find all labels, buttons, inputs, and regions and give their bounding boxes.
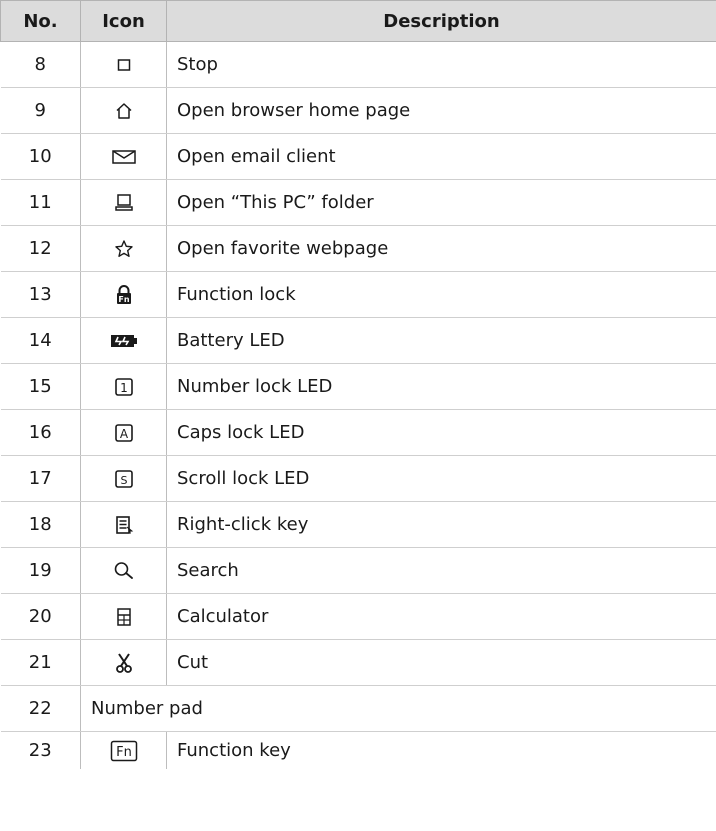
icon-cell xyxy=(80,87,167,134)
header-icon: Icon xyxy=(80,0,167,42)
table-row: 17 S Scroll lock LED xyxy=(0,455,716,502)
row-description: Scroll lock LED xyxy=(166,455,716,502)
function-lock-icon: Fn xyxy=(115,285,133,305)
battery-icon xyxy=(110,333,138,349)
menu-key-icon xyxy=(114,515,134,535)
table-row: 11 Open “This PC” folder xyxy=(0,179,716,226)
scroll-lock-icon: S xyxy=(114,469,134,489)
row-number: 22 xyxy=(0,685,81,732)
table-row: 22 Number pad xyxy=(0,685,716,732)
table-row: 16 A Caps lock LED xyxy=(0,409,716,456)
row-description: Number pad xyxy=(80,685,716,732)
icon-cell xyxy=(80,501,167,548)
icon-cell xyxy=(80,547,167,594)
scissors-icon xyxy=(115,652,133,674)
table-row: 18 Right-click key xyxy=(0,501,716,548)
icon-cell xyxy=(80,133,167,180)
icon-cell xyxy=(80,317,167,364)
computer-icon xyxy=(114,193,134,213)
row-description: Function lock xyxy=(166,271,716,318)
icon-cell xyxy=(80,179,167,226)
stop-icon xyxy=(117,58,131,72)
row-description: Right-click key xyxy=(166,501,716,548)
row-description: Stop xyxy=(166,41,716,88)
svg-text:A: A xyxy=(119,427,128,441)
row-description: Search xyxy=(166,547,716,594)
svg-text:1: 1 xyxy=(120,381,128,395)
table-row: 14 Battery LED xyxy=(0,317,716,364)
fn-key-icon: Fn xyxy=(110,740,138,762)
icon-cell xyxy=(80,225,167,272)
row-description: Open email client xyxy=(166,133,716,180)
row-description: Cut xyxy=(166,639,716,686)
table-row: 9 Open browser home page xyxy=(0,87,716,134)
row-number: 14 xyxy=(0,317,81,364)
star-icon xyxy=(114,239,134,259)
header-description: Description xyxy=(166,0,716,42)
row-number: 9 xyxy=(0,87,81,134)
icon-cell xyxy=(80,593,167,640)
header-no: No. xyxy=(0,0,81,42)
row-number: 13 xyxy=(0,271,81,318)
row-number: 23 xyxy=(28,740,52,761)
row-number: 15 xyxy=(0,363,81,410)
icon-cell: Fn xyxy=(80,271,167,318)
table-header-row: No. Icon Description xyxy=(0,0,716,42)
table-row: 21 Cut xyxy=(0,639,716,686)
number-lock-icon: 1 xyxy=(114,377,134,397)
row-number: 18 xyxy=(0,501,81,548)
table-row: 8 Stop xyxy=(0,41,716,88)
table-row: 19 Search xyxy=(0,547,716,594)
row-number: 16 xyxy=(0,409,81,456)
svg-text:S: S xyxy=(120,474,127,487)
row-number: 8 xyxy=(0,41,81,88)
icon-cell: S xyxy=(80,455,167,502)
row-description: Battery LED xyxy=(166,317,716,364)
table-row: 13 Fn Function lock xyxy=(0,271,716,318)
row-description: Open favorite webpage xyxy=(166,225,716,272)
icon-cell xyxy=(80,41,167,88)
mail-icon xyxy=(111,149,136,165)
shortcut-key-table: No. Icon Description 8 Stop 9 Open brows… xyxy=(0,0,716,769)
row-number: 19 xyxy=(0,547,81,594)
row-number: 20 xyxy=(0,593,81,640)
row-description: Calculator xyxy=(166,593,716,640)
search-icon xyxy=(113,561,135,581)
row-description: Open “This PC” folder xyxy=(166,179,716,226)
row-number: 10 xyxy=(0,133,81,180)
home-icon xyxy=(114,101,134,121)
icon-cell: Fn xyxy=(80,731,167,769)
table-row: 23 Fn Function key xyxy=(1,731,716,769)
table-row: 15 1 Number lock LED xyxy=(0,363,716,410)
table-row: 20 Calculator xyxy=(0,593,716,640)
row-number: 17 xyxy=(0,455,81,502)
calculator-icon xyxy=(115,607,133,627)
svg-text:Fn: Fn xyxy=(118,295,129,304)
row-description: Caps lock LED xyxy=(166,409,716,456)
table-row: 12 Open favorite webpage xyxy=(0,225,716,272)
row-number: 12 xyxy=(0,225,81,272)
row-number: 11 xyxy=(0,179,81,226)
svg-text:Fn: Fn xyxy=(116,745,132,760)
icon-cell: A xyxy=(80,409,167,456)
row-description: Function key xyxy=(166,731,716,769)
table-row: 10 Open email client xyxy=(0,133,716,180)
row-number: 21 xyxy=(0,639,81,686)
icon-cell xyxy=(80,639,167,686)
row-description: Number lock LED xyxy=(166,363,716,410)
icon-cell: 1 xyxy=(80,363,167,410)
row-description: Open browser home page xyxy=(166,87,716,134)
caps-lock-icon: A xyxy=(114,423,134,443)
